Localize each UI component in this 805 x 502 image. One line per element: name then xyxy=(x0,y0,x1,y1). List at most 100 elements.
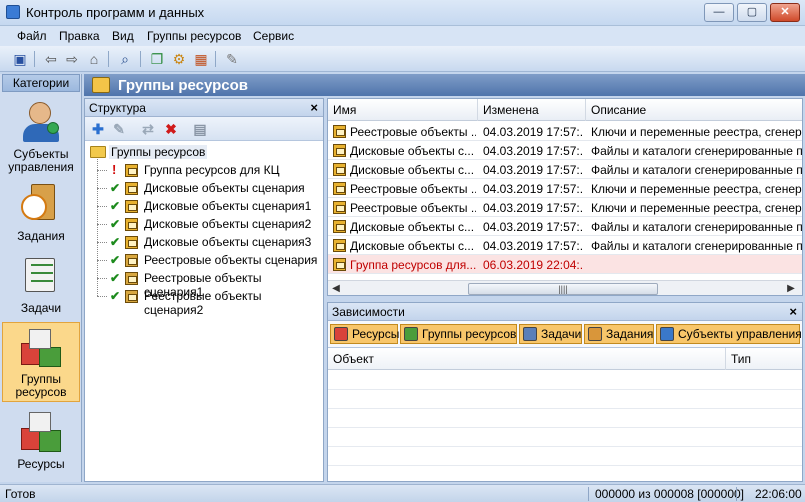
table-row[interactable]: Реестровые объекты ... 04.03.2019 17:57:.… xyxy=(328,122,802,141)
wrench-icon[interactable]: ✎ xyxy=(222,49,242,69)
forward-icon[interactable]: ⇨ xyxy=(62,49,82,69)
category-jobs[interactable]: Задания xyxy=(2,182,80,248)
properties-icon[interactable]: ▤ xyxy=(191,120,209,138)
menu-edit[interactable]: Правка xyxy=(59,29,100,43)
tab-resource-groups[interactable]: Группы ресурсов xyxy=(400,324,517,344)
title-bar: Контроль программ и данных — ▢ ✕ xyxy=(0,0,805,26)
tree-item[interactable]: ✔ Реестровые объекты сценария2 xyxy=(85,287,323,317)
grid-line xyxy=(328,427,802,428)
save-icon[interactable]: ▣ xyxy=(10,49,30,69)
link-icon[interactable]: ⇄ xyxy=(139,120,157,138)
structure-header: Структура × xyxy=(85,99,323,117)
tab-resources[interactable]: Ресурсы xyxy=(330,324,399,344)
tree-item-label: Группа ресурсов для КЦ xyxy=(144,163,280,177)
add-icon[interactable]: ✚ xyxy=(89,120,107,138)
horizontal-scrollbar[interactable]: ◀ |||| ▶ xyxy=(328,280,802,295)
tree-item[interactable]: ✔ Дисковые объекты сценария1 xyxy=(85,197,323,215)
tab-jobs[interactable]: Задания xyxy=(584,324,654,344)
scroll-thumb[interactable]: |||| xyxy=(468,283,658,295)
resource-groups-icon xyxy=(19,325,63,369)
menu-file[interactable]: Файл xyxy=(17,29,47,43)
column-header-type[interactable]: Тип xyxy=(726,348,802,370)
minimize-button[interactable]: — xyxy=(704,3,734,22)
tab-subjects[interactable]: Субъекты управления xyxy=(656,324,802,344)
table-row[interactable]: Дисковые объекты с... 04.03.2019 17:57:..… xyxy=(328,217,802,236)
menu-resource-groups[interactable]: Группы ресурсов xyxy=(147,29,241,43)
search-icon[interactable]: ⌕ xyxy=(115,49,135,69)
gear-icon[interactable]: ⚙ xyxy=(169,49,189,69)
check-icon: ✔ xyxy=(110,289,121,303)
home-icon[interactable]: ⌂ xyxy=(84,49,104,69)
column-header-name[interactable]: Имя xyxy=(328,99,478,121)
table-row[interactable]: Реестровые объекты ... 04.03.2019 17:57:.… xyxy=(328,198,802,217)
category-subjects[interactable]: Субъекты управления xyxy=(2,100,80,174)
table-row[interactable]: Дисковые объекты с... 04.03.2019 17:57:..… xyxy=(328,236,802,255)
tree-item[interactable]: ✔ Дисковые объекты сценария2 xyxy=(85,215,323,233)
tree-root-label: Группы ресурсов xyxy=(109,145,208,159)
tree-item[interactable]: ✔ Дисковые объекты сценария3 xyxy=(85,233,323,251)
dependencies-grid: Объект Тип xyxy=(328,348,802,481)
category-resources[interactable]: Ресурсы xyxy=(2,410,80,476)
column-header-description[interactable]: Описание xyxy=(586,99,802,121)
tree-item[interactable]: ✔ Реестровые объекты сценария1 xyxy=(85,269,323,299)
cell-description: Ключи и переменные реестра, сгенер xyxy=(591,201,802,215)
cell-description: Ключи и переменные реестра, сгенер xyxy=(591,125,802,139)
cell-name: Группа ресурсов для... xyxy=(350,258,476,272)
edit-icon[interactable]: ✎ xyxy=(110,120,128,138)
close-icon[interactable]: × xyxy=(789,304,797,319)
tree-item[interactable]: ! Группа ресурсов для КЦ xyxy=(85,161,323,179)
table-row[interactable]: Дисковые объекты с... 04.03.2019 17:57:..… xyxy=(328,141,802,160)
table-row[interactable]: Дисковые объекты с... 04.03.2019 17:57:..… xyxy=(328,160,802,179)
cell-name: Реестровые объекты ... xyxy=(350,182,476,196)
scroll-left-icon[interactable]: ◀ xyxy=(329,282,343,295)
dependencies-title: Зависимости xyxy=(332,305,405,319)
resource-group-icon xyxy=(125,218,138,231)
category-tasks[interactable]: Задачи xyxy=(2,254,80,320)
close-icon[interactable]: × xyxy=(310,100,318,115)
cell-description: Ключи и переменные реестра, сгенер xyxy=(591,182,802,196)
check-icon: ✔ xyxy=(110,235,121,249)
resource-group-icon xyxy=(333,258,346,271)
resources-icon xyxy=(19,410,63,454)
clock-clipboard-icon xyxy=(19,182,63,226)
check-icon: ✔ xyxy=(110,181,121,195)
status-text: Готов xyxy=(5,487,36,501)
clock-clipboard-icon xyxy=(588,327,602,341)
menu-service[interactable]: Сервис xyxy=(253,29,294,43)
tree-item[interactable]: ✔ Дисковые объекты сценария xyxy=(85,179,323,197)
category-resource-groups[interactable]: Группы ресурсов xyxy=(2,322,80,402)
grid-line xyxy=(328,446,802,447)
column-header-object[interactable]: Объект xyxy=(328,348,726,370)
table-row[interactable]: Группа ресурсов для... 06.03.2019 22:04:.… xyxy=(328,255,802,274)
resource-group-icon xyxy=(125,182,138,195)
check-icon: ✔ xyxy=(110,253,121,267)
tree-root[interactable]: Группы ресурсов xyxy=(85,143,323,161)
cell-changed: 04.03.2019 17:57:... xyxy=(483,239,583,253)
resource-group-icon xyxy=(125,254,138,267)
cell-name: Дисковые объекты с... xyxy=(350,144,475,158)
cell-changed: 06.03.2019 22:04:... xyxy=(483,258,583,272)
category-label: Задания xyxy=(17,229,65,243)
grid-header: Имя Изменена Описание xyxy=(328,99,802,121)
resource-groups-icon xyxy=(404,327,418,341)
column-header-changed[interactable]: Изменена xyxy=(478,99,586,121)
maximize-button[interactable]: ▢ xyxy=(737,3,767,22)
users-icon xyxy=(660,327,674,341)
tasks-icon xyxy=(19,254,63,298)
cell-name: Реестровые объекты ... xyxy=(350,125,476,139)
table-row[interactable]: Реестровые объекты ... 04.03.2019 17:57:.… xyxy=(328,179,802,198)
tab-tasks[interactable]: Задачи xyxy=(519,324,582,344)
close-button[interactable]: ✕ xyxy=(770,3,800,22)
back-icon[interactable]: ⇦ xyxy=(41,49,61,69)
scroll-right-icon[interactable]: ▶ xyxy=(784,282,798,295)
calculator-icon[interactable]: ▦ xyxy=(191,49,211,69)
delete-icon[interactable]: ✖ xyxy=(162,120,180,138)
tree-item-label: Реестровые объекты сценария xyxy=(144,253,318,267)
tree-item-label: Дисковые объекты сценария3 xyxy=(144,235,312,249)
check-icon: ✔ xyxy=(110,217,121,231)
tree-item[interactable]: ✔ Реестровые объекты сценария xyxy=(85,251,323,269)
copy-icon[interactable]: ❐ xyxy=(147,49,167,69)
structure-title: Структура xyxy=(89,101,146,115)
menu-view[interactable]: Вид xyxy=(112,29,134,43)
categories-header: Категории xyxy=(2,74,80,92)
